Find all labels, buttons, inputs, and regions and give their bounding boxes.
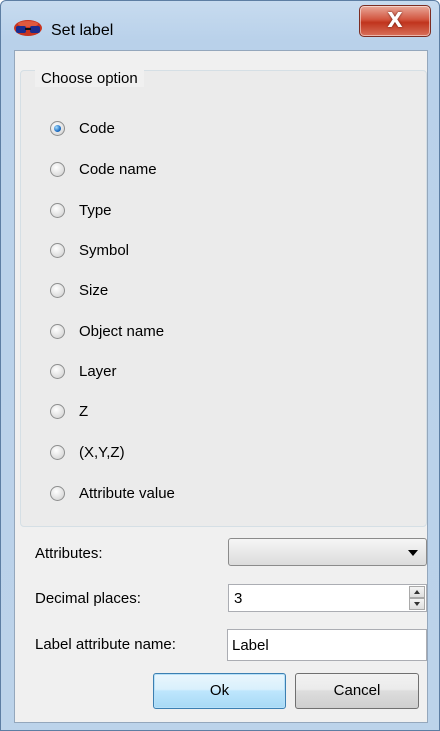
stereo-glasses-icon <box>14 20 42 36</box>
radio-option-object-name[interactable]: Object name <box>50 318 164 344</box>
choose-option-legend: Choose option <box>35 70 144 87</box>
radio-option-type[interactable]: Type <box>50 197 112 223</box>
ok-button[interactable]: Ok <box>153 673 286 709</box>
title-bar[interactable]: Set label X <box>1 1 439 49</box>
radio-button[interactable] <box>50 323 65 339</box>
radio-label: Attribute value <box>79 484 175 502</box>
radio-label: Symbol <box>79 241 130 259</box>
radio-label: Type <box>79 201 112 219</box>
radio-button[interactable] <box>50 202 65 218</box>
radio-label: Code name <box>79 160 157 178</box>
radio-label: Code <box>79 119 115 137</box>
label-attribute-name-label: Label attribute name: <box>35 636 176 653</box>
radio-button[interactable] <box>50 161 65 177</box>
window-title: Set label <box>51 22 114 39</box>
label-attribute-name-value: Label <box>232 637 269 654</box>
radio-label: Layer <box>79 362 117 380</box>
close-button[interactable]: X <box>359 5 431 37</box>
decimal-places-value[interactable]: 3 <box>234 590 242 607</box>
spin-buttons <box>409 586 425 610</box>
spin-up-icon[interactable] <box>409 586 425 598</box>
radio-label: (X,Y,Z) <box>79 443 125 461</box>
radio-label: Size <box>79 281 109 299</box>
radio-option-code[interactable]: Code <box>50 115 115 141</box>
radio-option-code-name[interactable]: Code name <box>50 156 157 182</box>
decimal-places-spinbox[interactable]: 3 <box>228 584 427 612</box>
radio-option-layer[interactable]: Layer <box>50 358 117 384</box>
radio-button[interactable] <box>50 242 65 258</box>
radio-button[interactable] <box>50 444 65 460</box>
close-icon: X <box>387 8 403 32</box>
radio-button[interactable] <box>50 282 65 298</box>
radio-option-attribute-value[interactable]: Attribute value <box>50 480 175 506</box>
label-attribute-name-field[interactable]: Label <box>227 629 427 661</box>
radio-label: Z <box>79 402 89 420</box>
radio-button-checked[interactable] <box>50 120 65 136</box>
radio-button[interactable] <box>50 403 65 419</box>
spin-down-icon[interactable] <box>409 598 425 610</box>
chevron-down-icon <box>408 550 418 556</box>
radio-option-symbol[interactable]: Symbol <box>50 237 129 263</box>
radio-option-xyz[interactable]: (X,Y,Z) <box>50 439 125 465</box>
attributes-dropdown[interactable] <box>228 538 427 566</box>
radio-label: Object name <box>79 322 165 340</box>
cancel-button[interactable]: Cancel <box>295 673 419 709</box>
decimal-places-label: Decimal places: <box>35 590 141 607</box>
radio-option-z[interactable]: Z <box>50 398 88 424</box>
radio-button[interactable] <box>50 485 65 501</box>
radio-option-size[interactable]: Size <box>50 277 108 303</box>
attributes-label: Attributes: <box>35 545 103 562</box>
radio-button[interactable] <box>50 363 65 379</box>
